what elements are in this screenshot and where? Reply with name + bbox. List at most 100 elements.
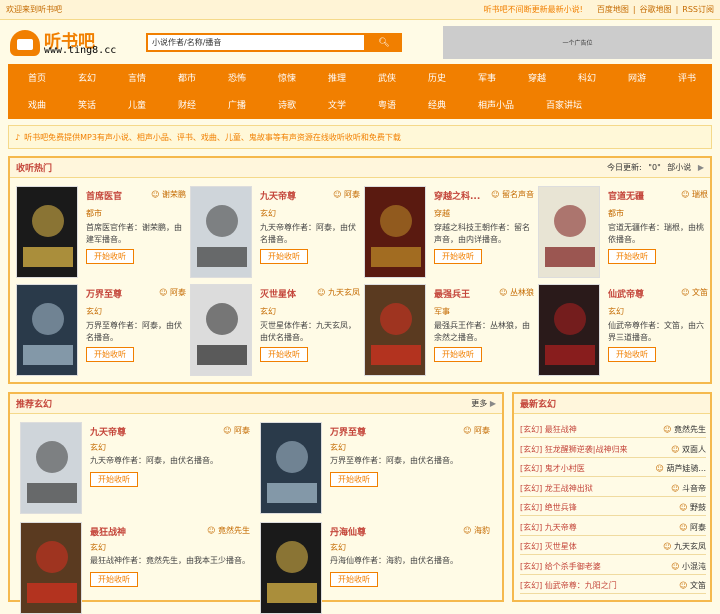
book-title[interactable]: 最狂战神 <box>90 525 126 538</box>
latest-list-item[interactable]: [玄幻] 龙王战神出狱 ☺ 斗音帝 <box>520 481 706 497</box>
nav-item[interactable]: 相声小品 <box>462 98 530 111</box>
latest-item-author[interactable]: ☺ 小混沌 <box>671 561 706 572</box>
latest-item-title[interactable]: [玄幻] 狂龙醒狮逆袭|战神归来 <box>520 444 671 455</box>
start-listening-button[interactable]: 开始收听 <box>608 249 656 264</box>
book-cover[interactable] <box>538 284 600 376</box>
book-title[interactable]: 官道无疆 <box>608 189 644 202</box>
nav-item[interactable]: 诗歌 <box>262 98 312 111</box>
nav-item[interactable]: 财经 <box>162 98 212 111</box>
book-cover[interactable] <box>260 422 322 514</box>
start-listening-button[interactable]: 开始收听 <box>90 572 138 587</box>
hot-book-card[interactable]: 灭世星体 ☺ 九天玄凤 玄幻 灭世星体作者：九天玄凤，由伏名播音。 开始收听 <box>190 284 360 380</box>
latest-item-author[interactable]: ☺ 斗音帝 <box>671 483 706 494</box>
book-cover[interactable] <box>16 186 78 278</box>
nav-item[interactable]: 经典 <box>412 98 462 111</box>
book-author[interactable]: ☺ 竟然先生 <box>207 525 250 536</box>
nav-item[interactable]: 首页 <box>12 71 62 84</box>
book-category[interactable]: 都市 <box>608 208 624 219</box>
book-category[interactable]: 玄幻 <box>608 306 624 317</box>
more-link[interactable]: 更多 ▶ <box>471 398 496 409</box>
book-category[interactable]: 都市 <box>86 208 102 219</box>
start-listening-button[interactable]: 开始收听 <box>86 347 134 362</box>
latest-list-item[interactable]: [玄幻] 最狂战神 ☺ 竟然先生 <box>520 422 706 438</box>
book-category[interactable]: 军事 <box>434 306 450 317</box>
latest-item-author[interactable]: ☺ 竟然先生 <box>663 424 706 435</box>
book-title[interactable]: 九天帝尊 <box>260 189 296 202</box>
book-cover[interactable] <box>364 284 426 376</box>
hot-book-card[interactable]: 万界至尊 ☺ 阿泰 玄幻 万界至尊作者：阿泰，由伏名播音。 开始收听 <box>16 284 186 380</box>
nav-item[interactable]: 粤语 <box>362 98 412 111</box>
latest-item-title[interactable]: [玄幻] 龙王战神出狱 <box>520 483 671 494</box>
book-author[interactable]: ☺ 阿泰 <box>333 189 360 200</box>
book-title[interactable]: 丹海仙尊 <box>330 525 366 538</box>
latest-item-title[interactable]: [玄幻] 仙武帝尊：九阳之门 <box>520 580 679 591</box>
book-author[interactable]: ☺ 文笛 <box>681 287 708 298</box>
latest-item-title[interactable]: [玄幻] 绝世兵锋 <box>520 502 679 513</box>
book-cover[interactable] <box>20 422 82 514</box>
latest-item-title[interactable]: [玄幻] 鬼才小村医 <box>520 463 655 474</box>
search-input[interactable] <box>146 33 366 52</box>
hot-book-card[interactable]: 官道无疆 ☺ 瑞根 都市 官道无疆作者：瑞根，由桃依播音。 开始收听 <box>538 186 708 282</box>
book-author[interactable]: ☺ 谢荣鹏 <box>151 189 186 200</box>
start-listening-button[interactable]: 开始收听 <box>90 472 138 487</box>
start-listening-button[interactable]: 开始收听 <box>260 347 308 362</box>
nav-item[interactable]: 都市 <box>162 71 212 84</box>
recommend-book-card[interactable]: 万界至尊 ☺ 阿泰 玄幻 万界至尊作者：阿泰，由伏名播音。 开始收听 <box>260 422 490 514</box>
book-category[interactable]: 玄幻 <box>90 542 106 553</box>
book-category[interactable]: 穿越 <box>434 208 450 219</box>
book-title[interactable]: 灭世星体 <box>260 287 296 300</box>
recommend-book-card[interactable]: 丹海仙尊 ☺ 海豹 玄幻 丹海仙尊作者：海豹，由伏名播音。 开始收听 <box>260 522 490 614</box>
nav-item[interactable]: 推理 <box>312 71 362 84</box>
start-listening-button[interactable]: 开始收听 <box>260 249 308 264</box>
nav-item[interactable]: 广播 <box>212 98 262 111</box>
latest-item-author[interactable]: ☺ 九天玄凤 <box>663 541 706 552</box>
hot-book-card[interactable]: 仙武帝尊 ☺ 文笛 玄幻 仙武帝尊作者：文笛，由六界三道播音。 开始收听 <box>538 284 708 380</box>
book-cover[interactable] <box>16 284 78 376</box>
book-title[interactable]: 仙武帝尊 <box>608 287 644 300</box>
book-author[interactable]: ☺ 九天玄凤 <box>317 287 360 298</box>
hot-book-card[interactable]: 最强兵王 ☺ 丛林狼 军事 最强兵王作者：丛林狼，由余然之播音。 开始收听 <box>364 284 534 380</box>
latest-item-author[interactable]: ☺ 文笛 <box>679 580 706 591</box>
hot-book-card[interactable]: 首席医官 ☺ 谢荣鹏 都市 首席医官作者：谢荣鹏，由建军播音。 开始收听 <box>16 186 186 282</box>
start-listening-button[interactable]: 开始收听 <box>86 249 134 264</box>
book-cover[interactable] <box>364 186 426 278</box>
latest-item-author[interactable]: ☺ 野鼓 <box>679 502 706 513</box>
book-title[interactable]: 万界至尊 <box>330 425 366 438</box>
book-cover[interactable] <box>190 186 252 278</box>
headphones-logo-icon[interactable] <box>10 30 40 56</box>
book-author[interactable]: ☺ 丛林狼 <box>499 287 534 298</box>
nav-item[interactable]: 评书 <box>662 71 712 84</box>
book-author[interactable]: ☺ 留名声音 <box>491 189 534 200</box>
start-listening-button[interactable]: 开始收听 <box>330 472 378 487</box>
book-title[interactable]: 首席医官 <box>86 189 122 202</box>
book-category[interactable]: 玄幻 <box>330 442 346 453</box>
latest-item-author[interactable]: ☺ 阿泰 <box>679 522 706 533</box>
book-cover[interactable] <box>20 522 82 614</box>
latest-list-item[interactable]: [玄幻] 灭世星体 ☺ 九天玄凤 <box>520 539 706 555</box>
latest-item-author[interactable]: ☺ 葫芦娃骑... <box>655 463 706 474</box>
nav-item[interactable]: 儿童 <box>112 98 162 111</box>
start-listening-button[interactable]: 开始收听 <box>434 249 482 264</box>
book-cover[interactable] <box>190 284 252 376</box>
book-title[interactable]: 穿越之科... <box>434 189 480 202</box>
nav-item[interactable]: 文学 <box>312 98 362 111</box>
latest-item-title[interactable]: [玄幻] 给个杀手御老婆 <box>520 561 671 572</box>
baidu-map-link[interactable]: 百度地图 <box>597 4 629 15</box>
nav-item[interactable]: 玄幻 <box>62 71 112 84</box>
hot-book-card[interactable]: 九天帝尊 ☺ 阿泰 玄幻 九天帝尊作者：阿泰，由伏名播音。 开始收听 <box>190 186 360 282</box>
book-category[interactable]: 玄幻 <box>90 442 106 453</box>
nav-item[interactable]: 军事 <box>462 71 512 84</box>
nav-item[interactable]: 戏曲 <box>12 98 62 111</box>
nav-item[interactable]: 科幻 <box>562 71 612 84</box>
recommend-book-card[interactable]: 最狂战神 ☺ 竟然先生 玄幻 最狂战神作者：竟然先生，由我本王少播音。 开始收听 <box>20 522 250 614</box>
book-title[interactable]: 九天帝尊 <box>90 425 126 438</box>
nav-item[interactable]: 笑话 <box>62 98 112 111</box>
book-author[interactable]: ☺ 阿泰 <box>223 425 250 436</box>
latest-item-author[interactable]: ☺ 双面人 <box>671 444 706 455</box>
nav-item[interactable]: 网游 <box>612 71 662 84</box>
latest-list-item[interactable]: [玄幻] 狂龙醒狮逆袭|战神归来 ☺ 双面人 <box>520 442 706 458</box>
nav-item[interactable]: 穿越 <box>512 71 562 84</box>
latest-item-title[interactable]: [玄幻] 九天帝尊 <box>520 522 679 533</box>
start-listening-button[interactable]: 开始收听 <box>434 347 482 362</box>
nav-item[interactable]: 百家讲坛 <box>530 98 598 111</box>
